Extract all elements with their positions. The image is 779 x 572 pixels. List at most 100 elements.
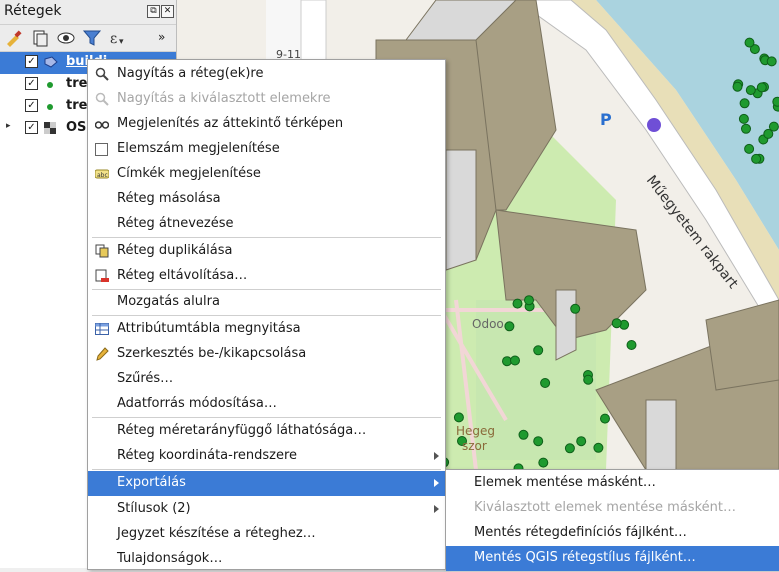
close-panel-button[interactable]: ✕ — [161, 5, 174, 18]
menu-item-label: Stílusok (2) — [117, 501, 191, 516]
menu-item-label: Adatforrás módosítása… — [117, 396, 277, 411]
menu-item-properties[interactable]: Tulajdonságok… — [88, 547, 445, 572]
tree-marker — [510, 355, 520, 366]
remove-icon — [95, 269, 109, 282]
menu-item-duplicate-layer[interactable]: Réteg duplikálása — [88, 239, 445, 264]
menu-item-filter[interactable]: Szűrés… — [88, 367, 445, 392]
layer-visibility-checkbox[interactable]: ✓ — [25, 55, 38, 68]
menu-item-zoom-to-layer[interactable]: Nagyítás a réteg(ek)re — [88, 62, 445, 87]
panel-title: Rétegek — [4, 3, 62, 19]
tree-marker — [611, 318, 622, 329]
menu-item-label: Elemek mentése másként… — [474, 475, 656, 490]
menu-item-copy-layer[interactable]: Réteg másolása — [88, 187, 445, 212]
menu-item-remove-layer[interactable]: Réteg eltávolítása… — [88, 264, 445, 289]
menu-item-export[interactable]: Exportálás — [88, 471, 445, 496]
tree-marker — [504, 321, 515, 332]
more-tools-icon[interactable]: » — [158, 30, 165, 44]
menu-item-label: Megjelenítés az áttekintő térképen — [117, 116, 344, 131]
filter-legend-icon[interactable] — [82, 28, 102, 48]
menu-item-show-labels[interactable]: abc Címkék megjelenítése — [88, 162, 445, 187]
bicycle-icon — [647, 118, 661, 132]
menu-item-open-attribute-table[interactable]: Attribútumtábla megnyitása — [88, 317, 445, 342]
tree-marker — [533, 436, 544, 447]
menu-item-label: Jegyzet készítése a réteghez… — [117, 526, 316, 541]
layer-visibility-checkbox[interactable]: ✓ — [25, 121, 38, 134]
tree-marker — [745, 85, 756, 96]
tree-marker — [564, 443, 575, 454]
menu-item-label: Réteg átnevezése — [117, 216, 234, 231]
menu-item-scale-visibility[interactable]: Réteg méretarányfüggő láthatósága… — [88, 419, 445, 444]
tree-marker — [570, 303, 581, 314]
panel-toolbar: ε ▾ » — [0, 25, 176, 52]
tree-marker — [600, 413, 610, 424]
tree-marker — [538, 457, 549, 468]
tree-marker — [518, 429, 529, 440]
tree-marker — [626, 340, 637, 350]
tree-marker — [453, 412, 464, 423]
add-group-icon[interactable] — [30, 28, 50, 48]
expression-filter-icon[interactable]: ε ▾ — [108, 28, 128, 48]
submenu-item-save-features-as[interactable]: Elemek mentése másként… — [446, 471, 779, 496]
menu-item-show-feature-count[interactable]: Elemszám megjelenítése — [88, 137, 445, 162]
menu-item-label: Tulajdonságok… — [117, 551, 223, 566]
checkbox-icon[interactable] — [95, 143, 108, 156]
parking-icon: P — [600, 110, 612, 129]
menu-item-label: Exportálás — [117, 475, 186, 490]
tree-marker — [744, 37, 755, 48]
table-icon — [95, 323, 109, 335]
layer-name: OS — [66, 120, 87, 135]
panel-header: Rétegek ⧉ ✕ — [0, 0, 176, 25]
menu-item-label: Réteg másolása — [117, 191, 221, 206]
visibility-eye-icon[interactable] — [56, 28, 76, 48]
menu-item-add-note[interactable]: Jegyzet készítése a réteghez… — [88, 522, 445, 547]
svg-text:▾: ▾ — [119, 37, 124, 47]
submenu-arrow-icon — [434, 452, 439, 460]
zoom-icon — [95, 92, 109, 106]
submenu-item-save-layer-definition[interactable]: Mentés rétegdefiníciós fájlként… — [446, 521, 779, 546]
submenu-item-save-selected-as[interactable]: Kiválasztott elemek mentése másként… — [446, 496, 779, 521]
menu-item-label: Nagyítás a réteg(ek)re — [117, 66, 264, 81]
menu-item-show-in-overview[interactable]: Megjelenítés az áttekintő térképen — [88, 112, 445, 137]
menu-item-label: Mentés rétegdefiníciós fájlként… — [474, 525, 687, 540]
pencil-icon — [96, 347, 109, 361]
overview-icon — [95, 121, 109, 129]
menu-item-label: Réteg koordináta-rendszere — [117, 448, 298, 463]
tree-marker — [540, 378, 551, 388]
menu-item-label: Réteg eltávolítása… — [117, 268, 248, 283]
svg-text:ε: ε — [110, 31, 117, 47]
duplicate-icon — [95, 244, 109, 258]
polygon-layer-icon — [44, 56, 58, 68]
menu-item-toggle-editing[interactable]: Szerkesztés be-/kikapcsolása — [88, 342, 445, 367]
menu-item-move-to-bottom[interactable]: Mozgatás alulra — [88, 290, 445, 315]
menu-item-zoom-to-selection[interactable]: Nagyítás a kiválasztott elemekre — [88, 87, 445, 112]
point-layer-icon — [47, 82, 53, 88]
labels-icon: abc — [95, 169, 109, 179]
svg-text:szor: szor — [462, 439, 487, 453]
menu-item-change-data-source[interactable]: Adatforrás módosítása… — [88, 392, 445, 417]
tree-marker — [576, 436, 587, 447]
tree-marker — [732, 81, 743, 92]
point-layer-icon — [47, 104, 53, 110]
menu-item-styles[interactable]: Stílusok (2) — [88, 497, 445, 522]
menu-item-label: Elemszám megjelenítése — [117, 141, 280, 156]
style-brush-icon[interactable] — [4, 28, 24, 48]
menu-item-layer-crs[interactable]: Réteg koordináta-rendszere — [88, 444, 445, 469]
submenu-arrow-icon — [434, 505, 439, 513]
menu-item-label: Szűrés… — [117, 371, 174, 386]
expand-arrow-icon[interactable]: ▸ — [6, 121, 11, 131]
layer-context-menu: Nagyítás a réteg(ek)re Nagyítás a kivála… — [87, 59, 446, 570]
menu-item-label: Kiválasztott elemek mentése másként… — [474, 500, 736, 515]
tree-marker — [524, 295, 534, 306]
export-submenu: Elemek mentése másként… Kiválasztott ele… — [445, 469, 779, 571]
float-panel-button[interactable]: ⧉ — [147, 5, 160, 18]
svg-text:abc: abc — [97, 172, 108, 179]
layer-visibility-checkbox[interactable]: ✓ — [25, 99, 38, 112]
tree-marker — [738, 113, 749, 124]
layer-visibility-checkbox[interactable]: ✓ — [25, 77, 38, 90]
menu-item-rename-layer[interactable]: Réteg átnevezése — [88, 212, 445, 237]
submenu-item-save-qgis-style[interactable]: Mentés QGIS rétegstílus fájlként… — [446, 546, 779, 571]
tree-marker — [756, 82, 767, 93]
menu-item-label: Attribútumtábla megnyitása — [117, 321, 301, 336]
tree-marker — [533, 345, 544, 356]
layer-name: tre — [66, 76, 88, 91]
